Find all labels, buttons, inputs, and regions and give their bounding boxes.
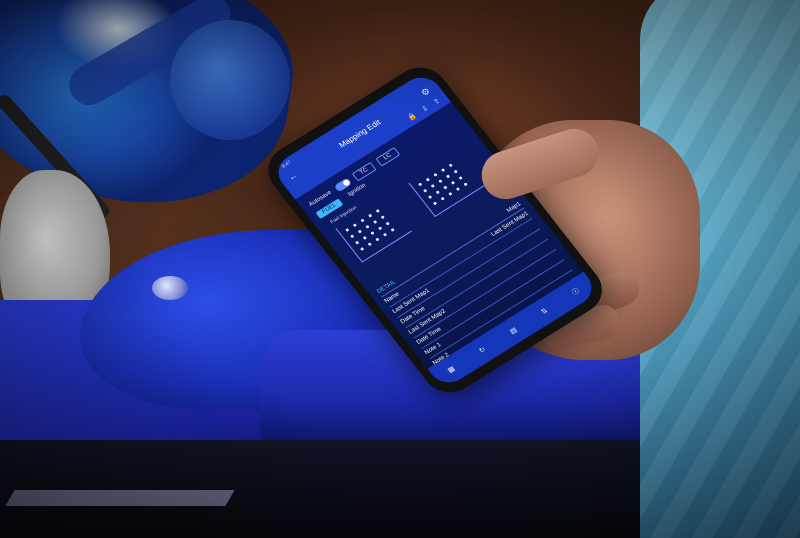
download-icon[interactable]: ⇩	[420, 104, 430, 114]
helmet-visor	[170, 20, 290, 140]
photo-scene: 9:47 ← Mapping Edit ⚙ 🔒 ⇩ ⇧ Autosave TC …	[0, 0, 800, 538]
map-icon[interactable]: ▦	[446, 365, 457, 374]
dot-grid	[418, 161, 475, 209]
tank-bolt	[152, 276, 188, 300]
upload-icon[interactable]: ⇧	[432, 97, 442, 107]
status-time: 9:47	[280, 159, 293, 170]
history-icon[interactable]: ↻	[477, 345, 487, 355]
document-icon[interactable]: ▤	[508, 326, 519, 336]
bike-rear	[0, 440, 700, 538]
fuel-map-grid[interactable]	[335, 197, 413, 263]
sliders-icon[interactable]: ⇅	[540, 307, 549, 316]
ignition-map-grid[interactable]	[408, 151, 486, 218]
info-icon[interactable]: ⓘ	[570, 286, 582, 298]
rear-stripe	[5, 490, 235, 506]
dot-grid	[345, 206, 402, 254]
lock-icon[interactable]: 🔒	[406, 111, 419, 122]
